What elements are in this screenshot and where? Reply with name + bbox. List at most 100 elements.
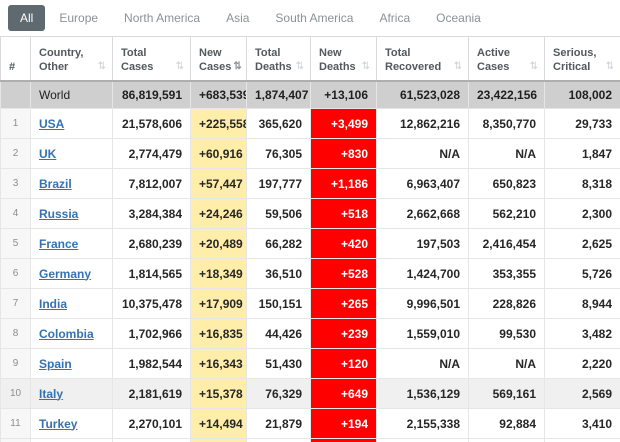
column-header-rank: #	[0, 36, 31, 82]
tab-south-america[interactable]: South America	[263, 5, 365, 31]
rank-cell: 7	[0, 288, 31, 319]
covid-stats-table: # Country, Other ⇅ Total Cases ⇅ New Cases ⇅ Total…	[0, 36, 620, 442]
country-cell: France	[30, 228, 113, 259]
country-cell: Colombia	[30, 318, 113, 349]
tab-all[interactable]: All	[8, 5, 46, 31]
column-header-new-deaths[interactable]: New Deaths ⇅	[310, 36, 377, 82]
serious-critical-cell: 3,482	[544, 318, 620, 349]
rank-cell: 2	[0, 138, 31, 169]
rank-cell: 3	[0, 168, 31, 199]
serious-critical-cell: 2,300	[544, 198, 620, 229]
serious-critical-cell: 5,726	[544, 258, 620, 289]
country-cell: USA	[30, 108, 113, 139]
continent-tab-bar: All Europe North America Asia South America A…	[0, 0, 620, 36]
rank-cell: 5	[0, 228, 31, 259]
country-cell: Russia	[30, 198, 113, 229]
serious-critical-cell: 1,847	[544, 138, 620, 169]
table-row: 2 UK 2,774,479 +60,916 76,305 +830 N/A N/A 1,847	[0, 138, 620, 169]
total-recovered-cell	[376, 438, 469, 442]
column-header-serious-critical[interactable]: Serious, Critical ⇅	[544, 36, 620, 82]
column-header-active-cases[interactable]: Active Cases ⇅	[468, 36, 545, 82]
serious-critical-cell: 2,569	[544, 378, 620, 409]
new-deaths-cell: +3,499	[310, 108, 377, 139]
sort-icon[interactable]: ⇅	[360, 60, 370, 74]
serious-critical-cell: 8,318	[544, 168, 620, 199]
column-label-line1: Total	[385, 46, 411, 59]
total-recovered-cell: 9,996,501	[376, 288, 469, 319]
sort-icon[interactable]: ⇅	[294, 60, 304, 74]
country-link[interactable]: Turkey	[39, 417, 77, 431]
country-link[interactable]: Germany	[39, 267, 91, 281]
rank-cell	[0, 438, 31, 442]
tab-oceania[interactable]: Oceania	[424, 5, 493, 31]
active-cases-cell	[468, 438, 545, 442]
tab-asia[interactable]: Asia	[214, 5, 261, 31]
column-label-line2: Critical	[553, 60, 591, 73]
table-body: World 86,819,591 +683,539 1,874,407 +13,106 6…	[0, 80, 620, 442]
column-header-country[interactable]: Country, Other ⇅	[30, 36, 113, 82]
total-recovered-cell: 1,424,700	[376, 258, 469, 289]
column-header-total-deaths[interactable]: Total Deaths ⇅	[246, 36, 311, 82]
rank-cell: 9	[0, 348, 31, 379]
column-header-total-recovered[interactable]: Total Recovered ⇅	[376, 36, 469, 82]
sort-icon[interactable]: ⇅	[452, 60, 462, 74]
column-header-new-cases[interactable]: New Cases ⇅	[190, 36, 247, 82]
active-cases-cell: 228,826	[468, 288, 545, 319]
new-deaths-cell: +265	[310, 288, 377, 319]
total-deaths-cell	[246, 438, 311, 442]
serious-critical-cell	[544, 438, 620, 442]
country-cell: Germany	[30, 258, 113, 289]
active-cases-cell: 8,350,770	[468, 108, 545, 139]
country-link[interactable]: Brazil	[39, 177, 72, 191]
new-cases-cell: +18,349	[190, 258, 247, 289]
table-row: 7 India 10,375,478 +17,909 150,151 +265 9,996,…	[0, 288, 620, 319]
column-label-line2: Cases	[199, 60, 232, 73]
column-label-line1: Total	[255, 46, 281, 59]
total-recovered-cell: 6,963,407	[376, 168, 469, 199]
country-link[interactable]: Colombia	[39, 327, 94, 341]
sort-icon[interactable]: ⇅	[528, 60, 538, 74]
active-cases-cell: 99,530	[468, 318, 545, 349]
table-row: 6 Germany 1,814,565 +18,349 36,510 +528 1,424,…	[0, 258, 620, 289]
country-cell: Brazil	[30, 168, 113, 199]
rank-cell: 10	[0, 378, 31, 409]
country-link[interactable]: Italy	[39, 387, 63, 401]
sort-icon[interactable]: ⇅	[604, 60, 614, 74]
new-deaths-cell: +1,186	[310, 168, 377, 199]
world-row: World 86,819,591 +683,539 1,874,407 +13,106 6…	[0, 80, 620, 109]
sort-icon[interactable]: ⇅	[231, 60, 241, 74]
new-cases-cell: +24,246	[190, 198, 247, 229]
sort-icon[interactable]: ⇅	[174, 60, 184, 74]
sort-icon[interactable]: ⇅	[96, 60, 106, 74]
country-link[interactable]: USA	[39, 117, 64, 131]
total-recovered-cell: 197,503	[376, 228, 469, 259]
country-link[interactable]: India	[39, 297, 67, 311]
new-cases-cell	[190, 438, 247, 442]
country-link[interactable]: Russia	[39, 207, 78, 221]
tab-north-america[interactable]: North America	[112, 5, 212, 31]
column-label-line2: Other	[39, 60, 69, 73]
country-link[interactable]: France	[39, 237, 78, 251]
active-cases-cell: 650,823	[468, 168, 545, 199]
tab-europe[interactable]: Europe	[47, 5, 110, 31]
table-row: 5 France 2,680,239 +20,489 66,282 +420 197,503…	[0, 228, 620, 259]
total-recovered-cell: N/A	[376, 138, 469, 169]
country-link[interactable]: UK	[39, 147, 56, 161]
total-deaths-cell: 76,329	[246, 378, 311, 409]
total-recovered-cell: 2,155,338	[376, 408, 469, 439]
total-deaths-cell: 51,430	[246, 348, 311, 379]
total-deaths-cell: 365,620	[246, 108, 311, 139]
column-label-line2: Cases	[121, 60, 154, 73]
tab-africa[interactable]: Africa	[367, 5, 422, 31]
new-cases-cell: +16,343	[190, 348, 247, 379]
country-cell: India	[30, 288, 113, 319]
column-label-line1: Active	[477, 46, 511, 59]
total-cases-cell: 21,578,606	[112, 108, 191, 139]
column-label-line2: Deaths	[255, 60, 292, 73]
column-header-total-cases[interactable]: Total Cases ⇅	[112, 36, 191, 82]
table-row: 10 Italy 2,181,619 +15,378 76,329 +649 1,536,1…	[0, 378, 620, 409]
country-link[interactable]: Spain	[39, 357, 72, 371]
total-recovered-cell: 61,523,028	[376, 80, 469, 109]
column-label-line2: Recovered	[385, 60, 442, 73]
new-cases-cell: +15,378	[190, 378, 247, 409]
